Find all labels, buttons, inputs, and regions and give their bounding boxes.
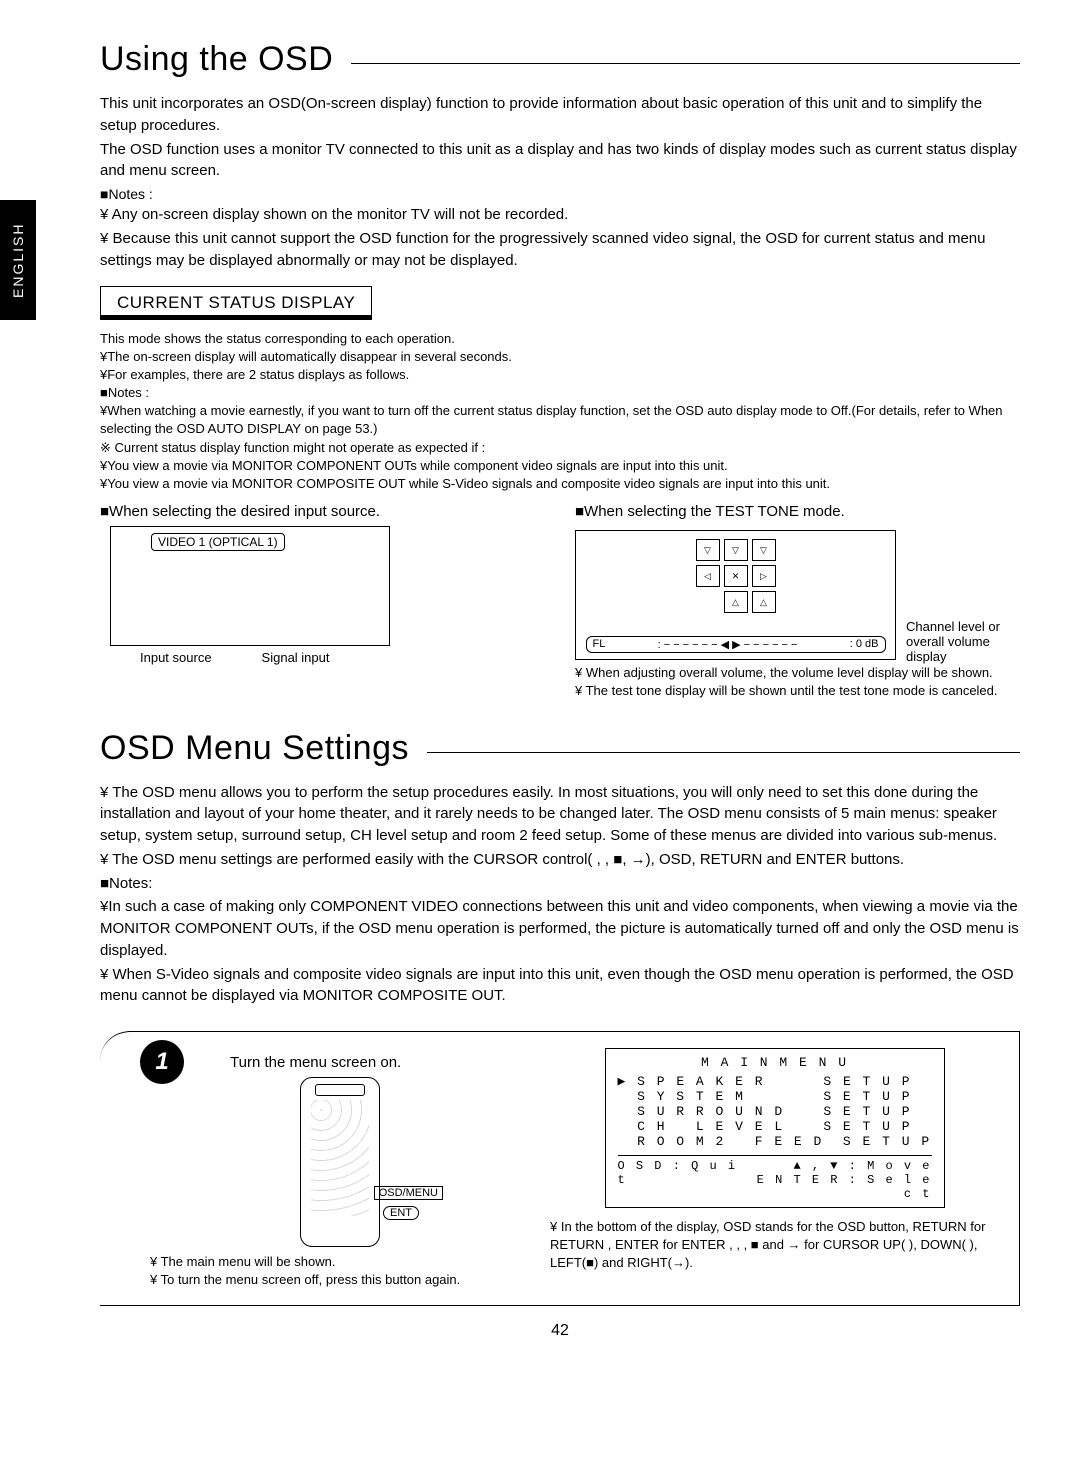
language-tab: ENGLISH — [0, 200, 36, 320]
menu-row-1: ▶ S P E A K E R S E T U P — [618, 1074, 932, 1089]
section-title-text: Using the OSD — [100, 40, 333, 79]
bar-right: : 0 dB — [850, 638, 879, 651]
page-content: Using the OSD This unit incorporates an … — [100, 40, 1020, 1340]
osd-menu-p4: ¥ When S-Video signals and composite vid… — [100, 964, 1020, 1008]
remote-icon: OSD/MENU ENT — [300, 1077, 380, 1247]
test-tone-box: ▽▽▽ ◁✕▷ △△ FL : − − − − − − ◀ ▶ − − − − … — [575, 530, 896, 660]
menu-footer-select: E N T E R : S e l e c t — [741, 1173, 931, 1201]
cs-line-4: ¥When watching a movie earnestly, if you… — [100, 402, 1020, 438]
bar-left: FL — [593, 638, 606, 651]
input-source-label: Input source — [140, 650, 212, 665]
step-number-badge: 1 — [140, 1040, 184, 1084]
diagram-test-tone: ■When selecting the TEST TONE mode. ▽▽▽ … — [575, 503, 1020, 700]
legend-line-2: overall volume display — [906, 634, 1020, 664]
menu-footer-left: O S D : Q u i t — [618, 1159, 742, 1201]
diagram-row: ■When selecting the desired input source… — [100, 503, 1020, 700]
step-left-note-1: ¥ The main menu will be shown. — [150, 1253, 530, 1271]
remote-ent-label: ENT — [383, 1206, 419, 1220]
section-title-text-2: OSD Menu Settings — [100, 729, 409, 768]
menu-row-5: R O O M 2 F E E D S E T U P — [618, 1134, 932, 1149]
step-right-column: M A I N M E N U ▶ S P E A K E R S E T U … — [550, 1048, 999, 1289]
tone-note-1: ¥ When adjusting overall volume, the vol… — [575, 664, 1020, 682]
note-2: ¥ Because this unit cannot support the O… — [100, 228, 1020, 272]
bar-mid: : − − − − − − ◀ ▶ − − − − − − — [658, 638, 798, 651]
level-legend: Channel level or overall volume display — [906, 619, 1020, 664]
section-title-osd: Using the OSD — [100, 40, 1020, 79]
step-1-box: 1 Turn the menu screen on. OSD/MENU ENT … — [100, 1031, 1020, 1306]
osd-menu-p3: ¥In such a case of making only COMPONENT… — [100, 896, 1020, 961]
menu-row-3: S U R R O U N D S E T U P — [618, 1104, 932, 1119]
cs-line-6: ¥You view a movie via MONITOR COMPONENT … — [100, 457, 1020, 475]
diagram-input-source: ■When selecting the desired input source… — [100, 503, 545, 700]
step-instruction: Turn the menu screen on. — [230, 1054, 530, 1071]
intro-paragraph-2: The OSD function uses a monitor TV conne… — [100, 139, 1020, 183]
main-menu-box: M A I N M E N U ▶ S P E A K E R S E T U … — [605, 1048, 945, 1208]
subheading-current-status: CURRENT STATUS DISPLAY — [100, 286, 372, 320]
note-1: ¥ Any on-screen display shown on the mon… — [100, 204, 1020, 226]
title-rule-2 — [427, 752, 1020, 753]
cs-line-1: This mode shows the status corresponding… — [100, 330, 1020, 348]
level-bar: FL : − − − − − − ◀ ▶ − − − − − − : 0 dB — [586, 636, 886, 653]
input-source-box-text: VIDEO 1 (OPTICAL 1) — [151, 533, 285, 551]
section-title-osd-menu: OSD Menu Settings — [100, 729, 1020, 768]
signal-input-label: Signal input — [262, 650, 330, 665]
cs-line-7: ¥You view a movie via MONITOR COMPOSITE … — [100, 475, 1020, 493]
notes-label: ■Notes : — [100, 184, 1020, 204]
speaker-grid-icon: ▽▽▽ ◁✕▷ △△ — [696, 539, 776, 613]
step-left-note-2: ¥ To turn the menu screen off, press thi… — [150, 1271, 530, 1289]
osd-menu-p2: ¥ The OSD menu settings are performed ea… — [100, 849, 1020, 871]
menu-row-2: S Y S T E M S E T U P — [618, 1089, 932, 1104]
menu-footer-move: ▲ , ▼ : M o v e — [741, 1159, 931, 1173]
osd-menu-p1: ¥ The OSD menu allows you to perform the… — [100, 782, 1020, 847]
diagram-left-title: ■When selecting the desired input source… — [100, 503, 545, 520]
cs-notes-label: ■Notes : — [100, 384, 1020, 402]
remote-osd-menu-label: OSD/MENU — [374, 1186, 443, 1200]
title-rule — [351, 63, 1020, 64]
tone-note-2: ¥ The test tone display will be shown un… — [575, 682, 1020, 700]
step-right-note: ¥ In the bottom of the display, OSD stan… — [550, 1218, 999, 1273]
diagram-right-title: ■When selecting the TEST TONE mode. — [575, 503, 1020, 520]
legend-line-1: Channel level or — [906, 619, 1020, 634]
menu-row-4: C H L E V E L S E T U P — [618, 1119, 932, 1134]
page-number: 42 — [100, 1322, 1020, 1340]
cs-line-3: ¥For examples, there are 2 status displa… — [100, 366, 1020, 384]
menu-title: M A I N M E N U — [618, 1055, 932, 1070]
cs-line-2: ¥The on-screen display will automaticall… — [100, 348, 1020, 366]
input-source-box: VIDEO 1 (OPTICAL 1) — [110, 526, 390, 646]
step-left-column: Turn the menu screen on. OSD/MENU ENT ¥ … — [150, 1048, 530, 1289]
intro-paragraph-1: This unit incorporates an OSD(On-screen … — [100, 93, 1020, 137]
cs-line-5: ※ Current status display function might … — [100, 439, 1020, 457]
osd-notes-label: ■Notes: — [100, 873, 1020, 895]
